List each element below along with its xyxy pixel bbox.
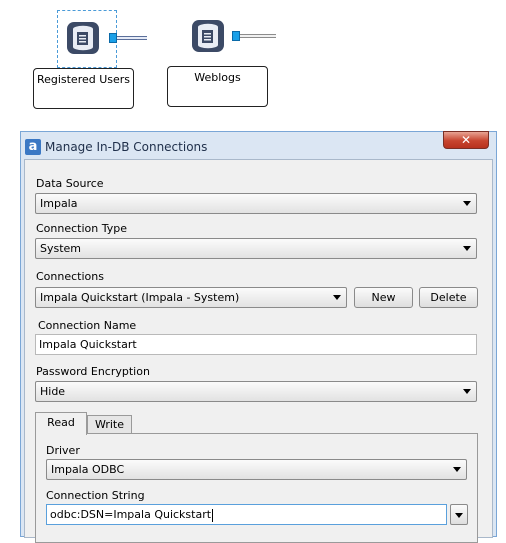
chevron-down-icon [453, 467, 461, 472]
connection-name-field[interactable]: Impala Quickstart [35, 334, 477, 355]
database-icon [67, 22, 99, 54]
tab-read[interactable]: Read [35, 412, 87, 435]
driver-value: Impala ODBC [51, 463, 125, 476]
app-logo-icon: a [25, 139, 41, 155]
connection-type-dropdown[interactable]: System [35, 238, 477, 259]
tool-annotation: Registered Users [33, 68, 134, 109]
tab-panel-read [35, 433, 478, 543]
tool-annotation: Weblogs [167, 66, 268, 107]
connection-type-value: System [40, 242, 82, 255]
connections-dropdown[interactable]: Impala Quickstart (Impala - System) [35, 287, 347, 308]
connections-value: Impala Quickstart (Impala - System) [40, 291, 240, 304]
connection-name-label: Connection Name [38, 319, 137, 332]
tab-write[interactable]: Write [87, 415, 132, 433]
chevron-down-icon [455, 513, 463, 518]
delete-connection-button[interactable]: Delete [419, 287, 478, 308]
close-icon: ✕ [460, 133, 472, 147]
password-encryption-label: Password Encryption [36, 365, 150, 378]
chevron-down-icon [463, 201, 471, 206]
database-icon [192, 20, 224, 52]
chevron-down-icon [463, 389, 471, 394]
dialog-title: Manage In-DB Connections [45, 140, 208, 154]
data-source-value: Impala [40, 197, 78, 210]
connection-string-value: odbc:DSN=Impala Quickstart [50, 508, 212, 521]
connection-line [117, 36, 147, 40]
input-data-tool-weblogs[interactable] [190, 18, 226, 54]
annotation-text: Weblogs [194, 71, 241, 84]
new-connection-button[interactable]: New [354, 287, 413, 308]
input-data-tool-registered-users[interactable] [65, 20, 101, 56]
password-encryption-value: Hide [40, 385, 66, 398]
manage-in-db-connections-dialog: a Manage In-DB Connections ✕ Data Source… [20, 131, 497, 543]
connection-string-field[interactable]: odbc:DSN=Impala Quickstart [46, 504, 447, 525]
chevron-down-icon [463, 246, 471, 251]
connection-string-label: Connection String [46, 489, 145, 502]
driver-dropdown[interactable]: Impala ODBC [46, 459, 467, 480]
close-button[interactable]: ✕ [443, 131, 489, 149]
title-bar[interactable]: a Manage In-DB Connections ✕ [21, 131, 496, 158]
password-encryption-dropdown[interactable]: Hide [35, 381, 477, 402]
data-source-dropdown[interactable]: Impala [35, 193, 477, 214]
annotation-text: Registered Users [36, 73, 131, 86]
connection-type-label: Connection Type [36, 222, 128, 235]
dialog-client-area: Data Source Impala Connection Type Syste… [24, 159, 493, 543]
output-anchor[interactable] [232, 31, 240, 41]
connection-string-options-button[interactable] [450, 504, 468, 525]
output-anchor[interactable] [109, 33, 117, 43]
data-source-label: Data Source [36, 177, 104, 190]
connection-line [240, 34, 276, 38]
connections-label: Connections [36, 270, 104, 283]
text-cursor [212, 508, 214, 522]
driver-label: Driver [46, 444, 80, 457]
chevron-down-icon [333, 295, 341, 300]
